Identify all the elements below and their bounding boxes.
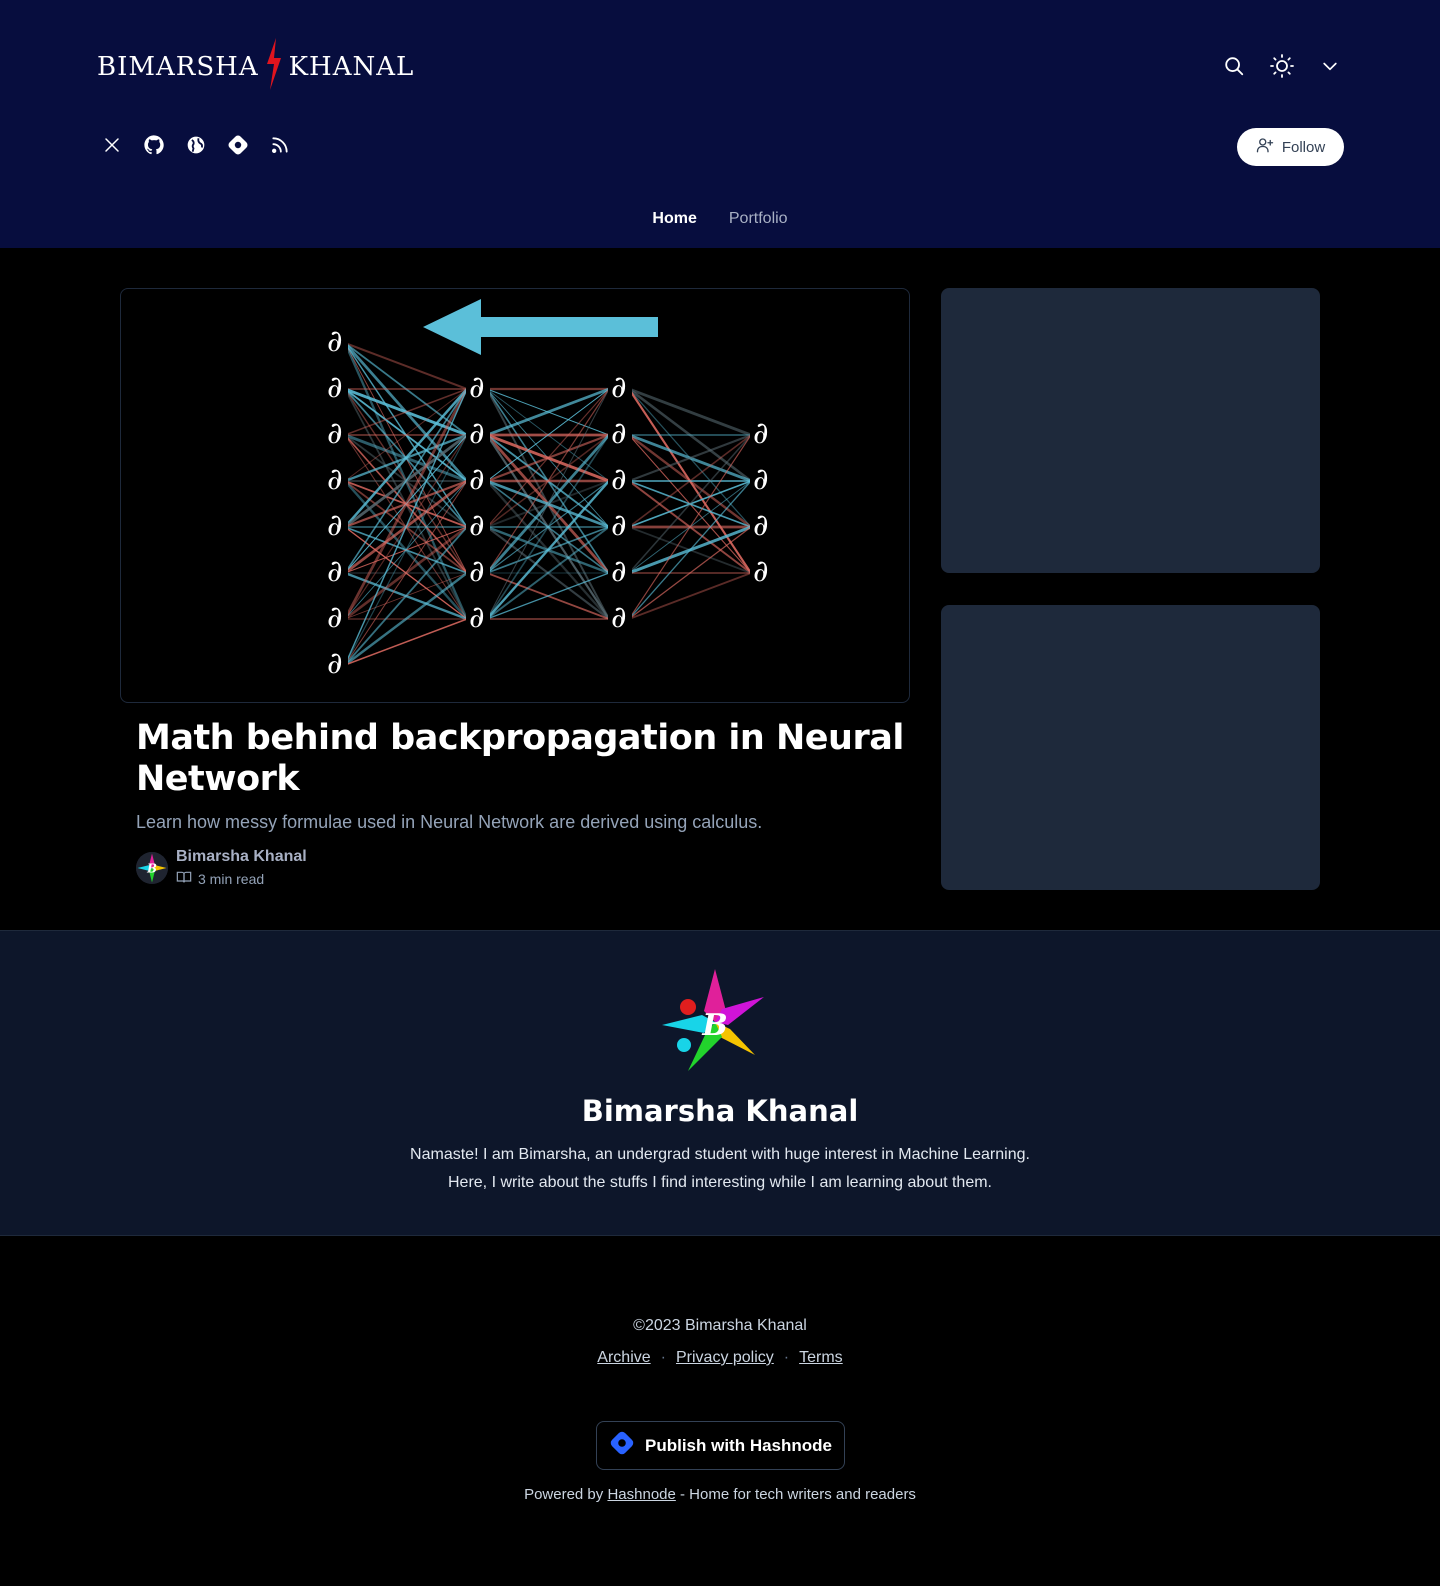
sidebar-placeholder-card xyxy=(941,288,1320,573)
network-edge xyxy=(628,480,752,620)
network-edge xyxy=(628,572,752,620)
partial-derivative-node: ∂ xyxy=(611,600,627,635)
follow-label: Follow xyxy=(1281,138,1326,156)
author-name-heading: Bimarsha Khanal xyxy=(581,1094,859,1128)
partial-derivative-node: ∂ xyxy=(327,646,343,681)
partial-derivative-node: ∂ xyxy=(327,554,343,589)
partial-derivative-node: ∂ xyxy=(753,416,769,451)
user-plus-icon xyxy=(1256,136,1274,158)
main-nav: Home Portfolio xyxy=(0,210,1440,228)
post-title[interactable]: Math behind backpropagation in Neural Ne… xyxy=(136,718,906,800)
rss-icon[interactable] xyxy=(268,133,292,157)
avatar[interactable]: B xyxy=(136,852,168,884)
footer-link-privacy[interactable]: Privacy policy xyxy=(676,1349,774,1367)
hashnode-link[interactable]: Hashnode xyxy=(607,1486,675,1503)
separator: · xyxy=(660,1349,666,1366)
svg-text:B: B xyxy=(146,861,157,875)
post-subtitle: Learn how messy formulae used in Neural … xyxy=(136,812,763,832)
x-icon[interactable] xyxy=(100,133,124,157)
footer-link-archive[interactable]: Archive xyxy=(597,1349,650,1367)
network-edge xyxy=(344,526,468,666)
powered-suffix: - Home for tech writers and readers xyxy=(680,1486,916,1503)
partial-derivative-node: ∂ xyxy=(753,462,769,497)
bio-line: Here, I write about the stuffs I find in… xyxy=(448,1174,992,1191)
partial-derivative-node: ∂ xyxy=(611,462,627,497)
partial-derivative-node: ∂ xyxy=(327,600,343,635)
post-cover-image[interactable]: ∂ ∂ ∂ ∂ ∂ ∂ ∂ ∂ ∂ ∂ ∂ ∂ ∂ ∂ ∂ ∂ ∂ ∂ ∂ ∂ ∂ ∂ ∂ ∂ xyxy=(120,288,910,703)
partial-derivative-node: ∂ xyxy=(327,324,343,359)
bio-line: Namaste! I am Bimarsha, an undergrad stu… xyxy=(410,1146,1030,1163)
partial-derivative-node: ∂ xyxy=(611,508,627,543)
follow-button[interactable]: Follow xyxy=(1237,128,1344,166)
search-icon[interactable] xyxy=(1220,52,1248,80)
partial-derivative-node: ∂ xyxy=(327,370,343,405)
publish-with-hashnode-button[interactable]: Publish with Hashnode xyxy=(596,1421,845,1470)
author-bio: Namaste! I am Bimarsha, an undergrad stu… xyxy=(0,1141,1440,1197)
copyright: ©2023 Bimarsha Khanal xyxy=(633,1317,807,1334)
network-edges xyxy=(343,342,752,666)
blog-logo[interactable]: BIMARSHA KHANAL xyxy=(97,37,415,97)
powered-by: Powered by Hashnode - Home for tech writ… xyxy=(0,1486,1440,1503)
partial-derivative-node: ∂ xyxy=(469,508,485,543)
globe-icon[interactable] xyxy=(184,133,208,157)
nav-item-home[interactable]: Home xyxy=(652,210,696,228)
publish-label: Publish with Hashnode xyxy=(644,1435,832,1455)
footer-links: Archive · Privacy policy · Terms xyxy=(0,1349,1440,1367)
partial-derivative-node: ∂ xyxy=(611,370,627,405)
partial-derivative-node: ∂ xyxy=(469,554,485,589)
author-name[interactable]: Bimarsha Khanal xyxy=(176,848,307,866)
nav-item-portfolio[interactable]: Portfolio xyxy=(729,210,788,228)
partial-derivative-node: ∂ xyxy=(469,370,485,405)
read-time: 3 min read xyxy=(176,870,307,887)
sun-icon[interactable] xyxy=(1268,52,1296,80)
header-actions xyxy=(1220,52,1344,80)
svg-text:B: B xyxy=(701,1008,727,1043)
hashnode-logo-icon xyxy=(609,1430,635,1461)
github-icon[interactable] xyxy=(142,133,166,157)
partial-derivative-node: ∂ xyxy=(611,554,627,589)
logo-text-right: KHANAL xyxy=(288,52,415,82)
chevron-down-icon[interactable] xyxy=(1316,52,1344,80)
blog-header: BIMARSHA KHANAL Follow Home Portfolio xyxy=(0,0,1440,248)
sidebar-placeholder-card xyxy=(941,605,1320,890)
powered-prefix: Powered by xyxy=(524,1486,604,1503)
partial-derivative-node: ∂ xyxy=(469,462,485,497)
partial-derivative-node: ∂ xyxy=(469,416,485,451)
network-edge xyxy=(344,434,468,666)
partial-derivative-node: ∂ xyxy=(753,508,769,543)
network-edge xyxy=(344,618,468,666)
logo-text-left: BIMARSHA xyxy=(97,52,259,82)
book-icon xyxy=(176,870,192,887)
partial-derivative-node: ∂ xyxy=(753,554,769,589)
author-meta: Bimarsha Khanal 3 min read xyxy=(176,848,307,887)
partial-derivative-node: ∂ xyxy=(327,416,343,451)
lightning-bolt-icon xyxy=(265,37,283,97)
partial-derivative-node: ∂ xyxy=(469,600,485,635)
author-logo: B xyxy=(660,967,770,1077)
neural-network-illustration: ∂ ∂ ∂ ∂ ∂ ∂ ∂ ∂ ∂ ∂ ∂ ∂ ∂ ∂ ∂ ∂ ∂ ∂ ∂ ∂ ∂ ∂ ∂ ∂ xyxy=(324,299,774,681)
separator: · xyxy=(783,1349,790,1366)
post-author: B Bimarsha Khanal 3 min read xyxy=(136,848,307,887)
backward-arrow-icon xyxy=(423,299,658,355)
partial-derivative-node: ∂ xyxy=(611,416,627,451)
hashnode-icon[interactable] xyxy=(226,133,250,157)
footer-link-terms[interactable]: Terms xyxy=(799,1349,843,1367)
read-time-label: 3 min read xyxy=(198,870,265,887)
social-links xyxy=(100,133,292,157)
partial-derivative-node: ∂ xyxy=(327,462,343,497)
partial-derivative-node: ∂ xyxy=(327,508,343,543)
network-edge xyxy=(628,387,752,437)
